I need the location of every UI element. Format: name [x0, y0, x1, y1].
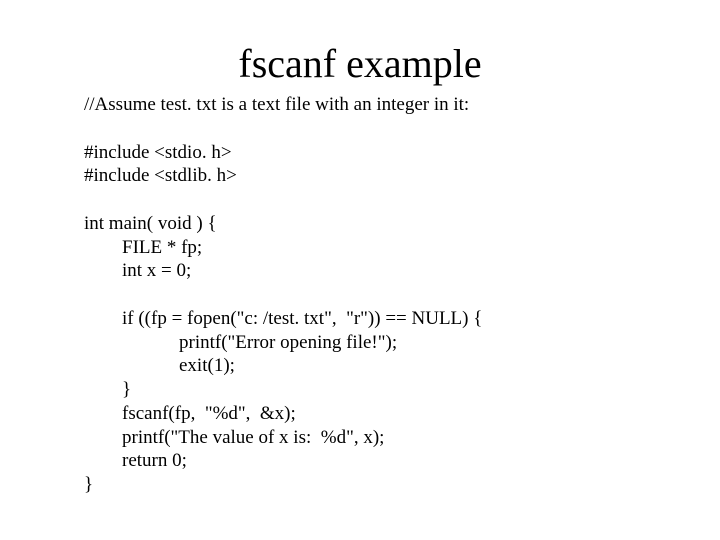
code-line: printf("Error opening file!"); [84, 332, 397, 353]
code-line: int main( void ) { [84, 213, 217, 234]
code-line: FILE * fp; [84, 237, 202, 258]
code-line: #include <stdio. h> [84, 142, 232, 163]
code-line: //Assume test. txt is a text file with a… [84, 94, 469, 115]
slide: fscanf example //Assume test. txt is a t… [0, 0, 720, 540]
code-line: } [84, 474, 93, 495]
code-line: #include <stdlib. h> [84, 165, 237, 186]
code-line: printf("The value of x is: %d", x); [84, 427, 384, 448]
code-line: if ((fp = fopen("c: /test. txt", "r")) =… [84, 308, 482, 329]
code-block: //Assume test. txt is a text file with a… [84, 93, 636, 497]
code-line: fscanf(fp, "%d", &x); [84, 403, 296, 424]
code-line: return 0; [84, 450, 187, 471]
slide-title: fscanf example [84, 40, 636, 87]
code-line: exit(1); [84, 355, 235, 376]
code-line: } [84, 379, 131, 400]
code-line: int x = 0; [84, 260, 191, 281]
